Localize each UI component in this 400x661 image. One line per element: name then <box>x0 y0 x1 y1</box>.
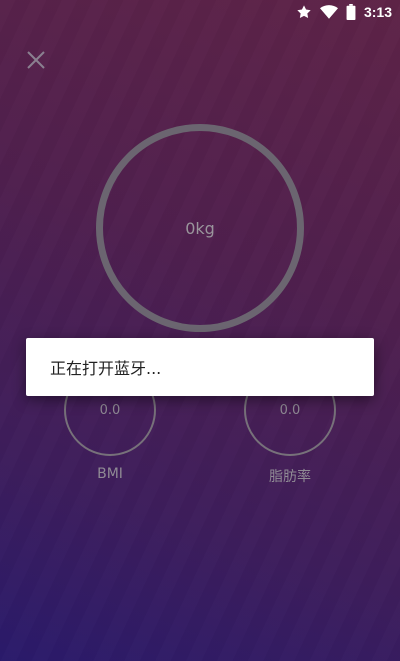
dialog-message: 正在打开蓝牙... <box>50 359 162 378</box>
battery-icon <box>346 4 356 20</box>
wifi-icon <box>319 5 338 19</box>
close-button[interactable] <box>24 48 48 72</box>
status-time: 3:13 <box>363 4 392 20</box>
weight-gauge: 0kg <box>96 124 304 332</box>
bmi-value: 0.0 <box>99 402 121 418</box>
close-icon <box>27 51 45 69</box>
body-fat-label: 脂肪率 <box>269 469 311 485</box>
weight-value: 0kg <box>185 218 215 238</box>
body-fat-value: 0.0 <box>279 402 301 418</box>
progress-dialog: 正在打开蓝牙... <box>26 338 374 396</box>
star-icon <box>297 5 311 18</box>
bmi-label: BMI <box>97 466 123 482</box>
status-bar: 3:13 <box>0 0 400 24</box>
